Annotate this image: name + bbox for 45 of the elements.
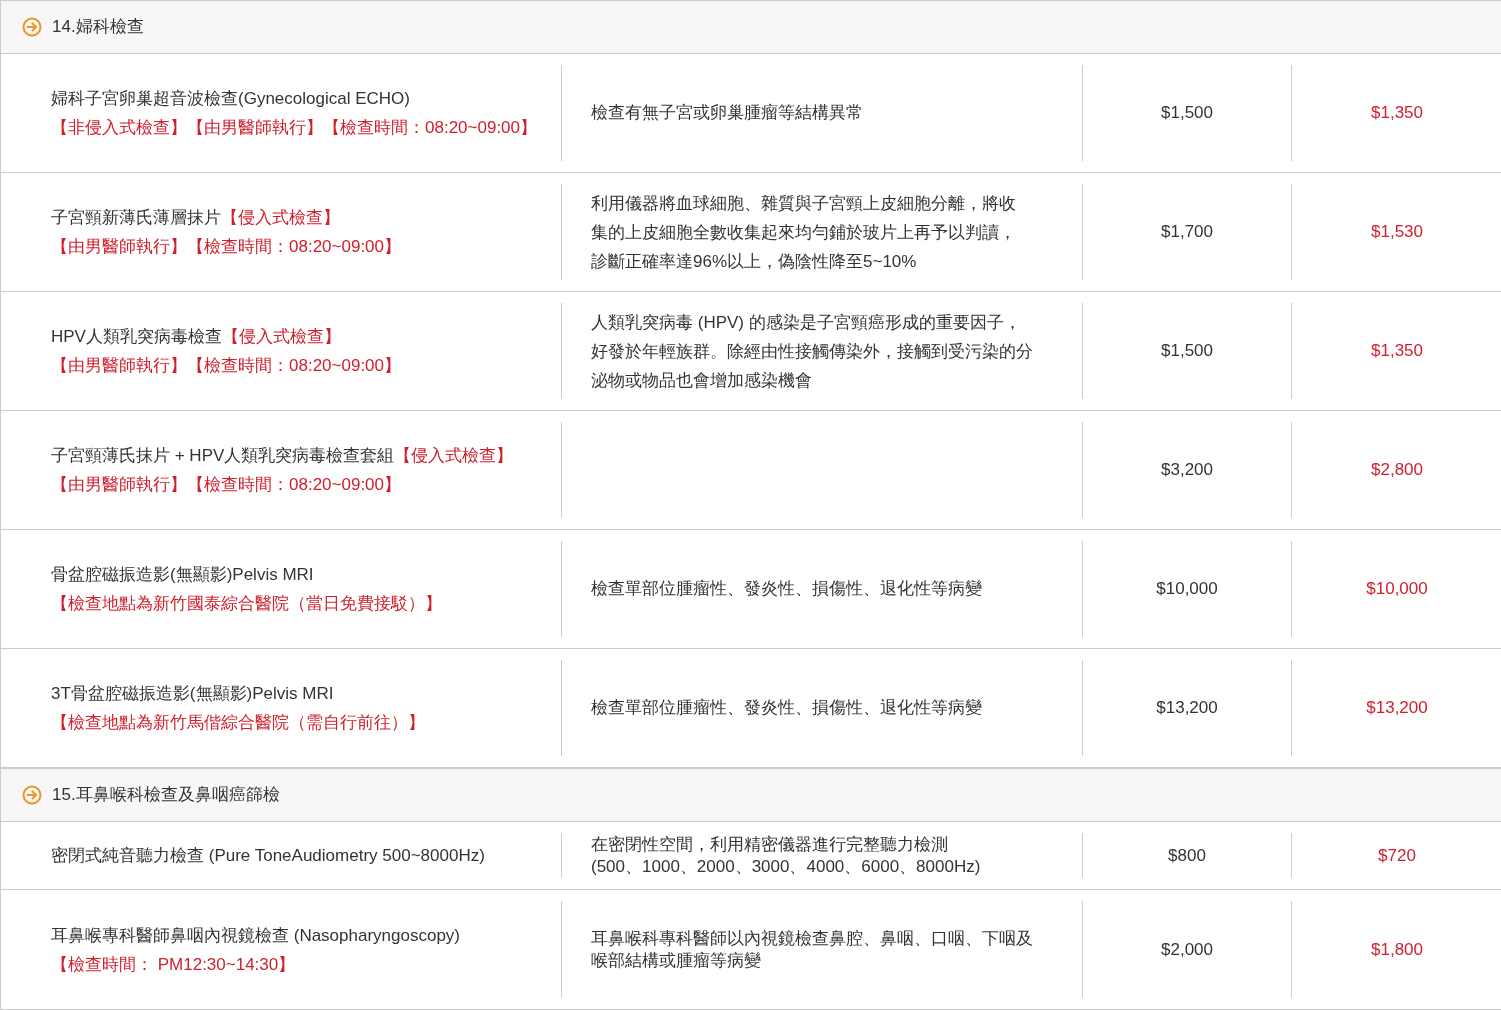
note-tag: 【由男醫師執行】【檢查時間：08:20~09:00】 — [51, 354, 401, 377]
exam-name: 子宮頸新薄氏薄層抹片 — [51, 207, 221, 229]
price: $1,500 — [1161, 102, 1213, 125]
arrow-circle-icon — [22, 17, 42, 37]
note-tag: 【由男醫師執行】【檢查時間：08:20~09:00】 — [51, 235, 401, 258]
discount-price: $1,800 — [1371, 938, 1423, 961]
exam-description: 在密閉性空間，利用精密儀器進行完整聽力檢測 (500、1000、2000、3000、4000、6000、8000Hz) — [591, 833, 982, 878]
price: $1,500 — [1161, 340, 1213, 363]
exam-name: 密閉式純音聽力檢查 (Pure ToneAudiometry 500~8000Hz) — [51, 845, 485, 867]
exam-description: 耳鼻喉科專科醫師以內視鏡檢查鼻腔、鼻咽、口咽、下咽及 喉部結構或腫瘤等病變 — [591, 927, 1034, 972]
price: $1,700 — [1161, 221, 1213, 244]
note-tag: 【非侵入式檢查】【由男醫師執行】【檢查時間：08:20~09:00】 — [51, 116, 537, 139]
discount-price: $1,350 — [1371, 340, 1423, 363]
exam-description: 人類乳突病毒 (HPV) 的感染是子宮頸癌形成的重要因子， 好發於年輕族群。除經由性接觸傳染外，接觸到受污染的分 泌物或物品也會增加感染機會 — [591, 311, 1034, 392]
exam-name: 子宮頸薄氏抹片 + HPV人類乳突病毒檢查套組 — [51, 445, 395, 467]
note-tag: 【檢查時間： PM12:30~14:30】 — [51, 952, 296, 976]
price: $13,200 — [1156, 697, 1218, 720]
exam-name: HPV人類乳突病毒檢查 — [51, 326, 222, 348]
exam-description: 檢查單部位腫瘤性、發炎性、損傷性、退化性等病變 — [591, 578, 983, 600]
discount-price: $1,530 — [1371, 221, 1423, 244]
exam-description: 利用儀器將血球細胞、雜質與子宮頸上皮細胞分離，將收 集的上皮細胞全數收集起來均勻鋪於玻片上再予以判讀， 診斷正確率達96%以上，偽陰性降至5~10% — [591, 192, 1017, 273]
note-tag: 【侵入式檢查】 — [394, 444, 514, 467]
exam-description: 檢查有無子宮或卵巢腫瘤等結構異常 — [591, 102, 864, 124]
section-title: 14.婦科檢查 — [52, 16, 144, 39]
price: $10,000 — [1156, 578, 1218, 601]
exam-description: 檢查單部位腫瘤性、發炎性、損傷性、退化性等病變 — [591, 697, 983, 719]
section-title: 15.耳鼻喉科檢查及鼻咽癌篩檢 — [52, 784, 280, 807]
note-tag: 【侵入式檢查】 — [221, 206, 340, 229]
exam-name: 耳鼻喉專科醫師鼻咽內視鏡檢查 (Nasopharyngoscopy) — [51, 924, 461, 947]
exam-name: 婦科子宮卵巢超音波檢查(Gynecological ECHO) — [51, 88, 410, 110]
price: $3,200 — [1161, 459, 1213, 482]
arrow-circle-icon — [22, 785, 42, 805]
price: $2,000 — [1161, 938, 1213, 961]
price: $800 — [1168, 844, 1206, 867]
exam-name: 骨盆腔磁振造影(無顯影)Pelvis MRI — [51, 564, 314, 586]
note-tag: 【檢查地點為新竹國泰綜合醫院（當日免費接駁）】 — [51, 592, 442, 615]
exam-name: 3T骨盆腔磁振造影(無顯影)Pelvis MRI — [51, 683, 334, 705]
discount-price: $10,000 — [1366, 578, 1428, 601]
note-tag: 【侵入式檢查】 — [221, 325, 341, 348]
discount-price: $2,800 — [1371, 459, 1423, 482]
discount-price: $13,200 — [1366, 697, 1428, 720]
note-tag: 【由男醫師執行】【檢查時間：08:20~09:00】 — [51, 473, 401, 496]
discount-price: $720 — [1378, 844, 1416, 867]
discount-price: $1,350 — [1371, 102, 1423, 125]
note-tag: 【檢查地點為新竹馬偕綜合醫院（需自行前往）】 — [51, 711, 425, 734]
